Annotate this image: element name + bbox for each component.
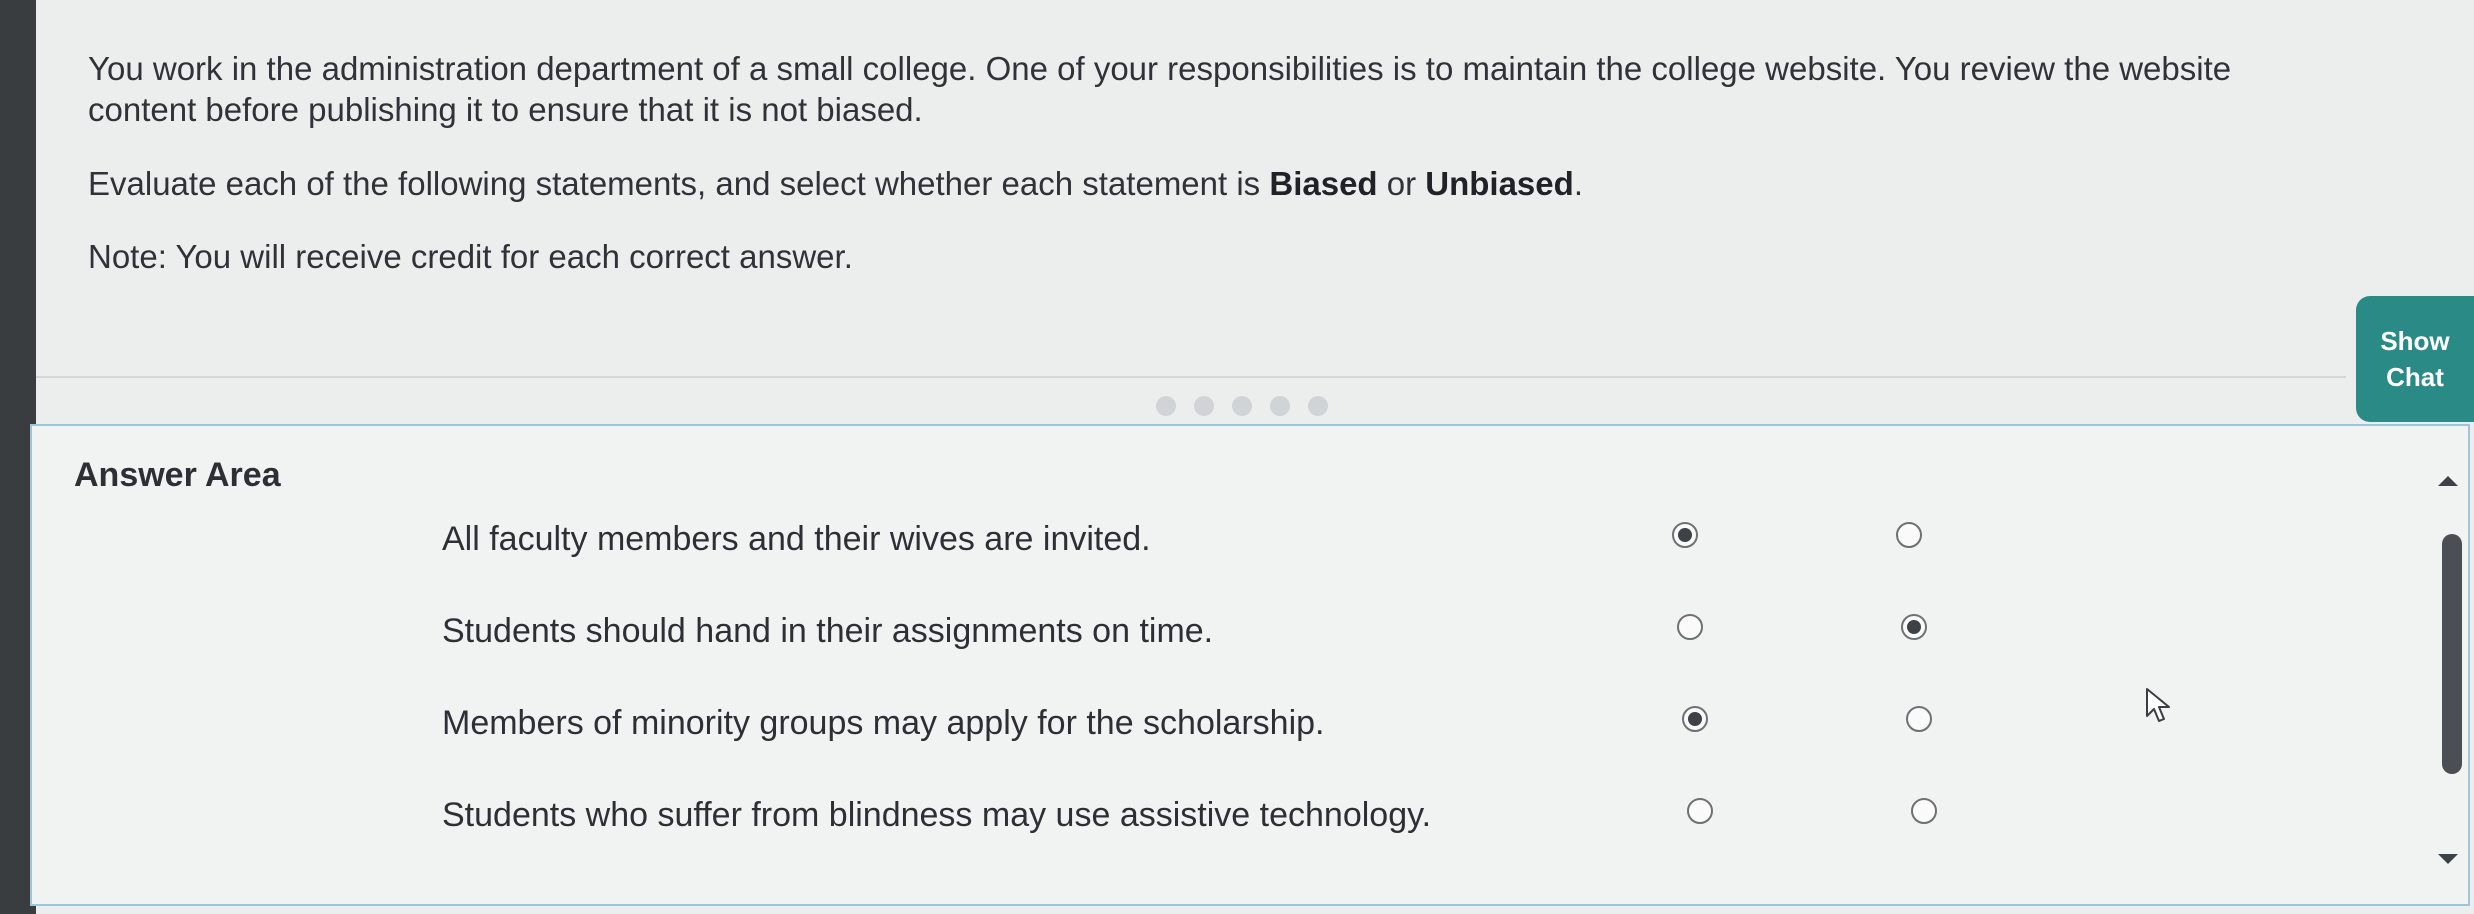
scroll-down-arrow-icon[interactable] [2438,854,2458,864]
statement-row: Students should hand in their assignment… [32,604,2232,664]
answer-area-title: Answer Area [74,456,281,494]
scroll-up-arrow-icon[interactable] [2438,476,2458,486]
show-chat-line2: Chat [2386,362,2444,392]
answer-area: Answer Area All faculty members and thei… [30,424,2470,906]
mouse-pointer-icon [2146,688,2170,722]
radio-biased[interactable] [1672,522,1698,548]
radio-unbiased[interactable] [1896,522,1922,548]
handle-dot [1194,396,1214,416]
statement-text: Members of minority groups may apply for… [442,704,1325,742]
statement-text: Students should hand in their assignment… [442,612,1214,650]
radio-biased[interactable] [1677,614,1703,640]
handle-dot [1232,396,1252,416]
scroll-thumb[interactable] [2442,534,2462,774]
option-biased-label: Biased [1269,164,1378,202]
statement-row: Members of minority groups may apply for… [32,696,2232,756]
splitter-handle[interactable] [1156,396,1328,416]
answer-scrollbar[interactable] [2430,476,2470,866]
radio-biased[interactable] [1682,706,1708,732]
option-unbiased-label: Unbiased [1425,164,1574,202]
section-divider [36,376,2346,378]
show-chat-button[interactable]: Show Chat [2356,296,2474,422]
instruction-prefix: Evaluate each of the following statement… [88,164,1270,202]
statement-row: All faculty members and their wives are … [32,512,2232,572]
handle-dot [1270,396,1290,416]
statement-text: All faculty members and their wives are … [442,520,1151,558]
note-paragraph: Note: You will receive credit for each c… [88,237,853,275]
question-text: You work in the administration departmen… [88,48,2308,309]
instruction-suffix: . [1573,164,1583,202]
show-chat-line1: Show [2380,325,2450,356]
handle-dot [1156,396,1176,416]
scenario-paragraph: You work in the administration departmen… [88,50,2232,129]
statement-text: Students who suffer from blindness may u… [442,796,1432,834]
statement-row: Students who suffer from blindness may u… [32,788,2232,848]
instruction-paragraph: Evaluate each of the following statement… [88,163,2308,204]
radio-unbiased[interactable] [1911,798,1937,824]
handle-dot [1308,396,1328,416]
radio-biased[interactable] [1687,798,1713,824]
radio-unbiased[interactable] [1901,614,1927,640]
radio-unbiased[interactable] [1906,706,1932,732]
instruction-or: or [1377,164,1426,202]
